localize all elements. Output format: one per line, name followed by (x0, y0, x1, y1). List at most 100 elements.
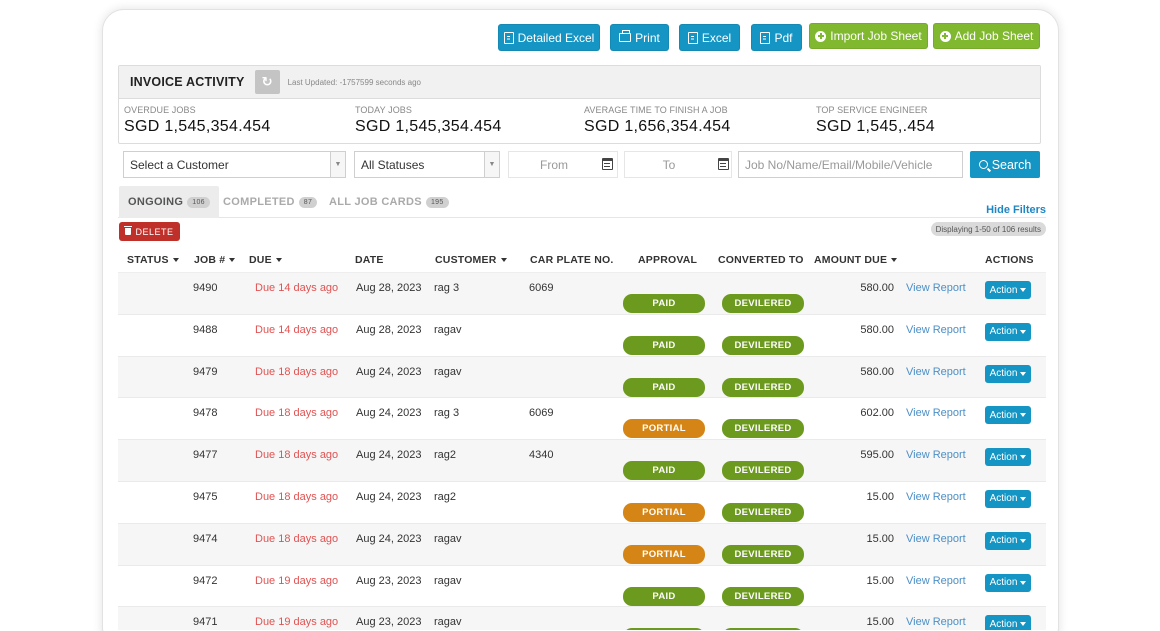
status-select[interactable]: All Statuses ▼ (354, 151, 500, 178)
caret-down-icon (1020, 580, 1027, 585)
to-date-input[interactable]: To (624, 151, 732, 178)
table-body: 9490 Due 14 days ago Aug 28, 2023 rag 3 6069… (118, 273, 1046, 630)
from-date-input[interactable]: From (508, 151, 618, 178)
print-icon (619, 30, 632, 42)
col-amount-due[interactable]: AMOUNT DUE (814, 254, 898, 266)
col-approval: APPROVAL (638, 254, 698, 266)
job-tabs: ONGOING 106 COMPLETED 87 ALL JOB CARDS 1… (118, 186, 1046, 218)
caret-down-icon (1020, 455, 1027, 460)
device-frame: Detailed Excel Print Excel Pdf Import Jo… (102, 9, 1059, 631)
view-report-link[interactable]: View Report (906, 324, 966, 336)
approval-badge: PORTIAL (623, 544, 705, 564)
filter-row: Select a Customer ▼ All Statuses ▼ From … (118, 151, 1041, 179)
action-dropdown-button[interactable]: Action (985, 615, 1031, 630)
stat-today-jobs: TODAY JOBS SGD 1,545,354.454 (355, 105, 502, 135)
caret-down-icon (1020, 288, 1027, 292)
amount-due: 15.00 (866, 532, 894, 545)
caret-down-icon (1020, 622, 1027, 627)
car-plate: 6069 (529, 282, 554, 294)
action-dropdown-button[interactable]: Action (985, 406, 1031, 425)
col-date: DATE (355, 254, 384, 266)
view-report-link[interactable]: View Report (906, 449, 966, 461)
amount-due: 15.00 (866, 574, 894, 587)
job-number: 9478 (193, 407, 218, 420)
col-actions: ACTIONS (985, 254, 1034, 266)
pdf-button[interactable]: Pdf (751, 24, 802, 51)
approval-badge: PAID (623, 586, 705, 606)
table-row[interactable]: 9477 Due 18 days ago Aug 24, 2023 rag2 4340 P… (118, 440, 1046, 482)
job-date: Aug 24, 2023 (356, 365, 422, 378)
car-plate: 6069 (529, 407, 554, 420)
tab-count-badge: 87 (298, 196, 318, 208)
calendar-icon[interactable] (602, 158, 613, 170)
due-text: Due 18 days ago (255, 449, 339, 462)
view-report-link[interactable]: View Report (906, 533, 966, 545)
action-dropdown-button[interactable]: Action (985, 489, 1031, 508)
approval-badge: PAID (623, 377, 705, 397)
stat-average-time: AVERAGE TIME TO FINISH A JOB SGD 1,656,3… (584, 105, 731, 135)
job-number: 9475 (193, 490, 218, 503)
job-number: 9474 (193, 532, 218, 545)
action-dropdown-button[interactable]: Action (985, 322, 1031, 341)
table-row[interactable]: 9472 Due 19 days ago Aug 23, 2023 ragav PAID… (118, 566, 1046, 608)
delete-button[interactable]: DELETE (119, 222, 180, 241)
converted-badge: DEVILERED (722, 461, 804, 481)
customer-name: rag2 (434, 490, 457, 503)
due-text: Due 18 days ago (255, 365, 339, 378)
action-dropdown-button[interactable]: Action (985, 573, 1031, 592)
table-row[interactable]: 9475 Due 18 days ago Aug 24, 2023 rag2 PORTI… (118, 482, 1046, 524)
search-button[interactable]: Search (970, 151, 1040, 178)
converted-badge: DEVILERED (722, 377, 804, 397)
col-due[interactable]: DUE (249, 254, 282, 266)
view-report-link[interactable]: View Report (906, 491, 966, 503)
converted-badge: DEVILERED (722, 628, 804, 630)
action-dropdown-button[interactable]: Action (985, 364, 1031, 383)
tab-completed[interactable]: COMPLETED 87 (223, 186, 318, 218)
view-report-link[interactable]: View Report (906, 616, 966, 628)
customer-name: ragav (434, 323, 462, 336)
customer-select[interactable]: Select a Customer ▼ (123, 151, 346, 178)
amount-due: 580.00 (860, 323, 894, 336)
action-dropdown-button[interactable]: Action (985, 448, 1031, 467)
table-row[interactable]: 9478 Due 18 days ago Aug 24, 2023 rag 3 6069… (118, 398, 1046, 441)
view-report-link[interactable]: View Report (906, 407, 966, 419)
refresh-button[interactable]: ↻ (254, 70, 280, 94)
view-report-link[interactable]: View Report (906, 366, 966, 378)
col-car-plate: CAR PLATE NO. (530, 254, 614, 266)
import-job-sheet-button[interactable]: Import Job Sheet (809, 23, 928, 49)
plus-circle-icon (815, 30, 827, 42)
col-job-number[interactable]: JOB # (194, 254, 236, 266)
pdf-file-icon (760, 31, 771, 44)
tab-ongoing[interactable]: ONGOING 106 (119, 186, 219, 218)
refresh-icon: ↻ (261, 74, 273, 89)
detailed-excel-button[interactable]: Detailed Excel (498, 24, 600, 51)
table-row[interactable]: 9474 Due 18 days ago Aug 24, 2023 ragav PORT… (118, 523, 1046, 566)
add-job-sheet-button[interactable]: Add Job Sheet (933, 23, 1040, 49)
amount-due: 595.00 (860, 449, 894, 462)
table-row[interactable]: 9471 Due 19 days ago Aug 23, 2023 ragav PAID… (118, 607, 1046, 630)
action-dropdown-button[interactable]: Action (985, 281, 1031, 299)
hide-filters-link[interactable]: Hide Filters (986, 204, 1046, 216)
sort-caret-icon (891, 258, 898, 263)
invoice-activity-header: INVOICE ACTIVITY ↻ Last Updated: -175759… (119, 66, 1040, 99)
stats-row: OVERDUE JOBS SGD 1,545,354.454 TODAY JOB… (119, 99, 1040, 143)
excel-button[interactable]: Excel (679, 24, 740, 51)
action-dropdown-button[interactable]: Action (985, 531, 1031, 550)
table-row[interactable]: 9488 Due 14 days ago Aug 28, 2023 ragav PAID… (118, 315, 1046, 357)
table-row[interactable]: 9479 Due 18 days ago Aug 24, 2023 ragav PAID… (118, 356, 1046, 399)
amount-due: 580.00 (860, 282, 894, 294)
sort-caret-icon (172, 258, 179, 263)
tab-all-job-cards[interactable]: ALL JOB CARDS 195 (329, 186, 449, 218)
search-input[interactable] (738, 151, 963, 178)
col-status[interactable]: STATUS (127, 254, 179, 266)
results-count-badge: Displaying 1-50 of 106 results (930, 222, 1046, 236)
col-customer[interactable]: CUSTOMER (435, 254, 507, 266)
approval-badge: PAID (623, 294, 705, 313)
view-report-link[interactable]: View Report (906, 575, 966, 587)
tab-count-badge: 195 (425, 196, 449, 208)
table-row[interactable]: 9490 Due 14 days ago Aug 28, 2023 rag 3 6069… (118, 273, 1046, 315)
print-button[interactable]: Print (610, 24, 669, 51)
view-report-link[interactable]: View Report (906, 282, 966, 294)
calendar-icon[interactable] (718, 158, 729, 170)
job-number: 9488 (193, 323, 218, 336)
